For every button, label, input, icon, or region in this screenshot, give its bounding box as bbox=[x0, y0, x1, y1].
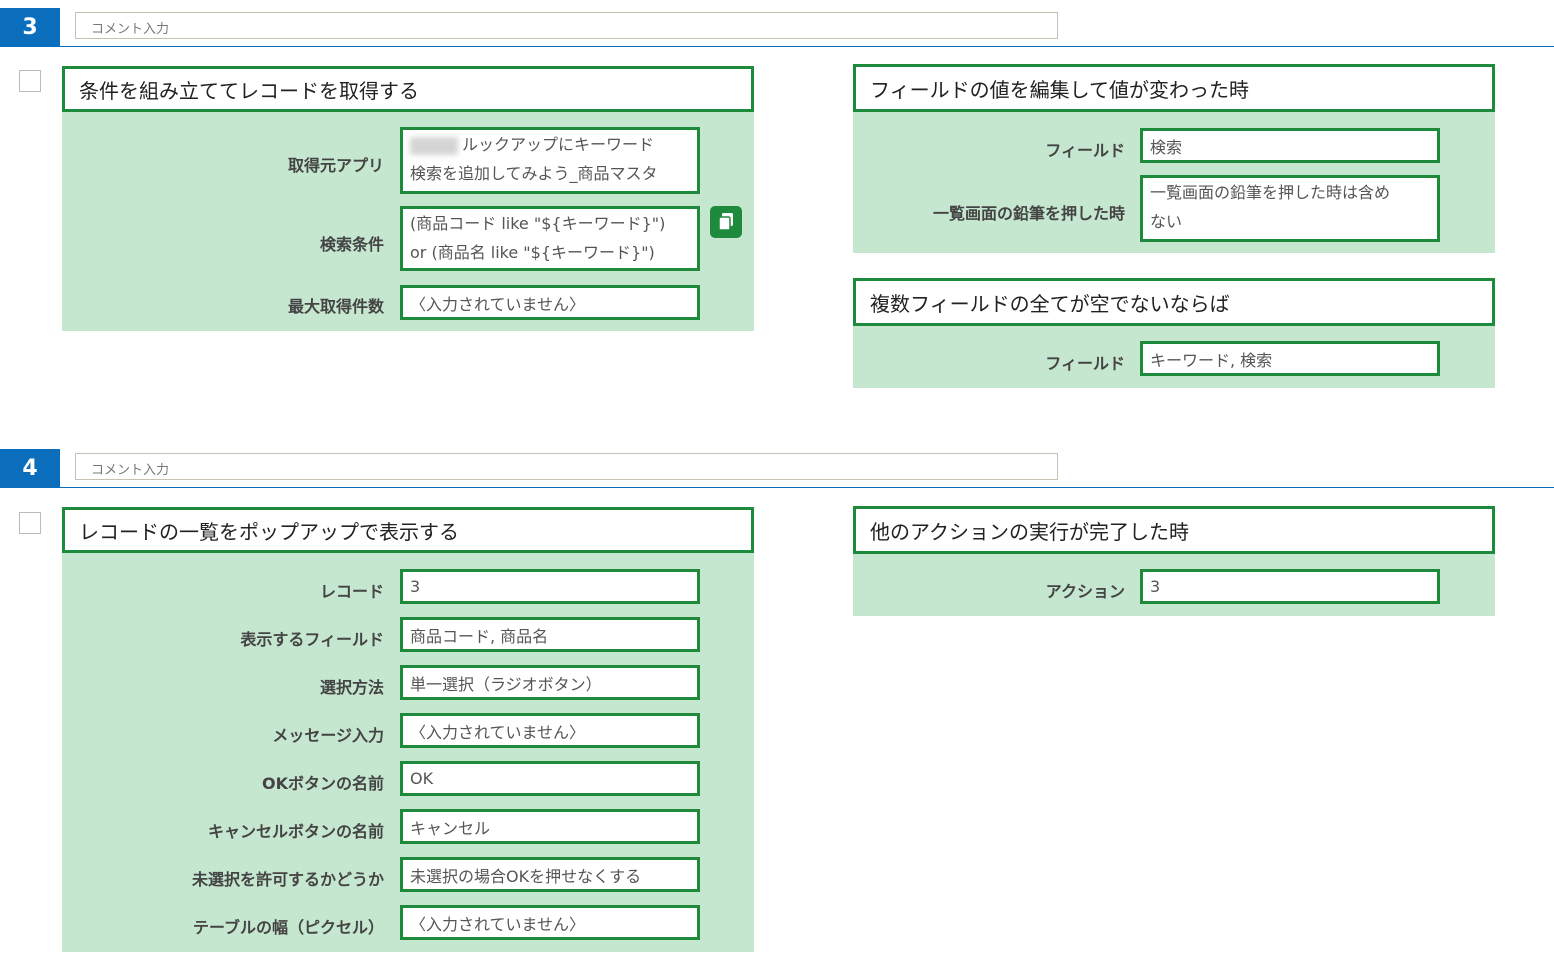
field-label: フィールド bbox=[1045, 141, 1125, 160]
field-label: 一覧画面の鉛筆を押した時 bbox=[932, 204, 1125, 223]
value-line: ルックアップにキーワード bbox=[462, 135, 655, 154]
max-records-value[interactable]: 〈入力されていません〉 bbox=[400, 285, 700, 320]
field-label: OKボタンの名前 bbox=[261, 774, 384, 793]
action-title: 条件を組み立ててレコードを取得する bbox=[62, 66, 754, 112]
field-label: 選択方法 bbox=[319, 678, 384, 697]
copy-icon bbox=[718, 213, 733, 231]
field-label: 検索条件 bbox=[319, 235, 384, 254]
field-label: アクション bbox=[1045, 582, 1125, 601]
field-label: フィールド bbox=[1045, 354, 1125, 373]
comment-input[interactable]: コメント入力 bbox=[75, 12, 1058, 39]
step-number-badge: 4 bbox=[0, 449, 60, 487]
value-line: 検索を追加してみよう_商品マスタ bbox=[410, 164, 658, 183]
step-checkbox[interactable] bbox=[19, 512, 41, 534]
trigger-title: 他のアクションの実行が完了した時 bbox=[853, 506, 1495, 554]
comment-input[interactable]: コメント入力 bbox=[75, 453, 1058, 480]
pencil-option-value[interactable]: 一覧画面の鉛筆を押した時は含め ない bbox=[1140, 175, 1440, 242]
field-label: レコード bbox=[319, 582, 384, 601]
record-value[interactable]: 3 bbox=[400, 569, 700, 604]
fields-value[interactable]: キーワード, 検索 bbox=[1140, 341, 1440, 376]
trigger-title: フィールドの値を編集して値が変わった時 bbox=[853, 64, 1495, 112]
field-label: キャンセルボタンの名前 bbox=[207, 822, 384, 841]
cancel-button-name-value[interactable]: キャンセル bbox=[400, 809, 700, 844]
message-value[interactable]: 〈入力されていません〉 bbox=[400, 713, 700, 748]
value-line: (商品コード like "${キーワード}") bbox=[410, 214, 666, 233]
field-value[interactable]: 検索 bbox=[1140, 128, 1440, 163]
allow-unselected-value[interactable]: 未選択の場合OKを押せなくする bbox=[400, 857, 700, 892]
selection-method-value[interactable]: 単一選択（ラジオボタン） bbox=[400, 665, 700, 700]
blurred-app-id bbox=[410, 136, 458, 155]
value-line: ない bbox=[1150, 212, 1183, 231]
action-title: レコードの一覧をポップアップで表示する bbox=[62, 507, 754, 553]
step-number-badge: 3 bbox=[0, 8, 60, 46]
step-divider bbox=[0, 487, 1554, 488]
field-label: 最大取得件数 bbox=[287, 297, 384, 316]
copy-button[interactable] bbox=[710, 206, 742, 238]
source-app-value[interactable]: ルックアップにキーワード 検索を追加してみよう_商品マスタ bbox=[400, 127, 700, 194]
field-label: 表示するフィールド bbox=[240, 630, 384, 649]
ok-button-name-value[interactable]: OK bbox=[400, 761, 700, 796]
condition-title: 複数フィールドの全てが空でないならば bbox=[853, 278, 1495, 326]
field-label: メッセージ入力 bbox=[272, 726, 384, 745]
display-fields-value[interactable]: 商品コード, 商品名 bbox=[400, 617, 700, 652]
step-checkbox[interactable] bbox=[19, 70, 41, 92]
step-divider bbox=[0, 46, 1554, 47]
action-value[interactable]: 3 bbox=[1140, 569, 1440, 604]
search-condition-value[interactable]: (商品コード like "${キーワード}") or (商品名 like "${… bbox=[400, 206, 700, 271]
field-label: 取得元アプリ bbox=[287, 156, 384, 175]
value-line: or (商品名 like "${キーワード}") bbox=[410, 243, 655, 262]
field-label: テーブルの幅（ピクセル） bbox=[192, 918, 384, 937]
field-label: 未選択を許可するかどうか bbox=[191, 870, 384, 889]
value-line: 一覧画面の鉛筆を押した時は含め bbox=[1150, 183, 1391, 202]
table-width-value[interactable]: 〈入力されていません〉 bbox=[400, 905, 700, 940]
